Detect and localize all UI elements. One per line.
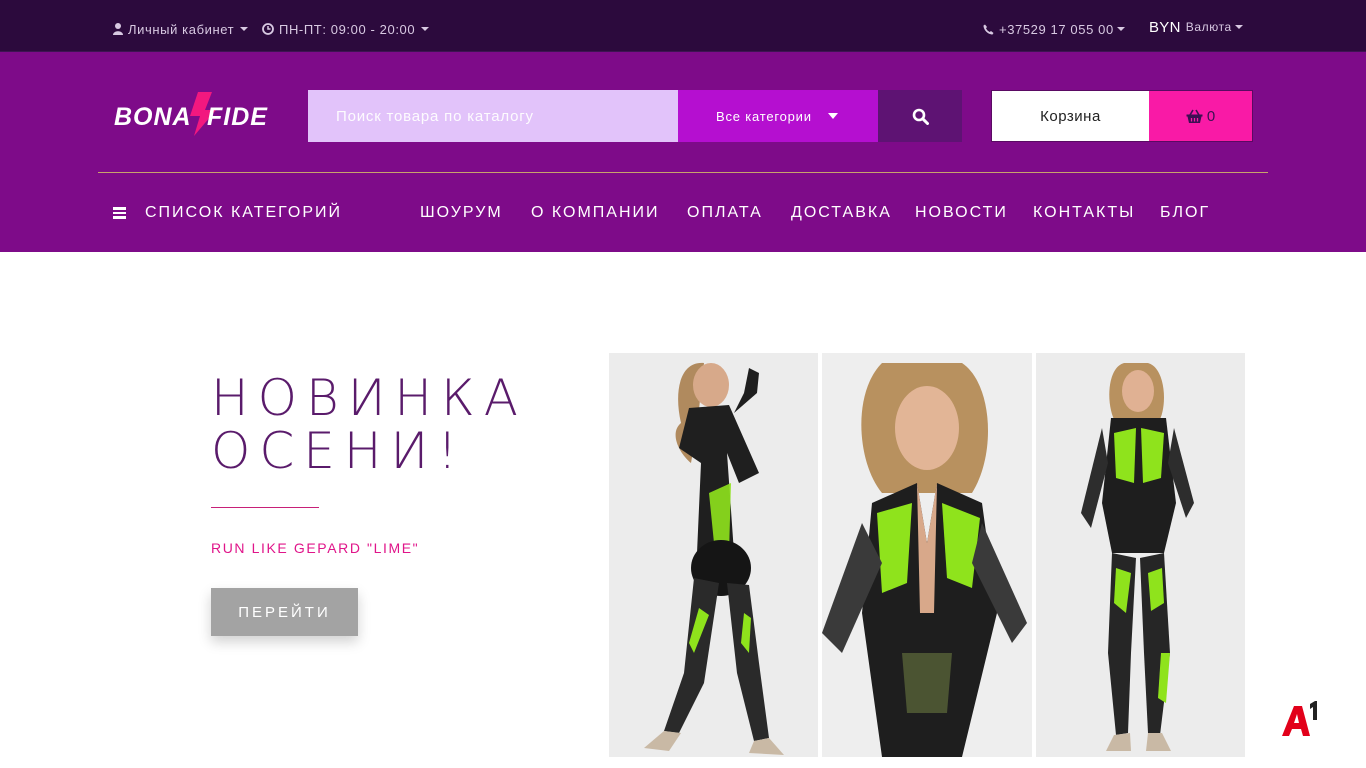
nav-payment[interactable]: Оплата [687, 173, 763, 252]
cart-count: 0 [1206, 107, 1216, 125]
category-select-label: Все категории [716, 108, 812, 124]
basket-icon [1186, 109, 1203, 123]
hours-menu[interactable]: ПН-ПТ: 09:00 - 20:00 [262, 0, 430, 58]
cart-counter: 0 [1149, 91, 1252, 141]
cart-button[interactable]: Корзина 0 [991, 90, 1253, 142]
svg-text:BONA: BONA [114, 103, 192, 131]
user-icon [113, 23, 123, 35]
currency-label: Валюта [1185, 20, 1232, 34]
category-list-label: Список категорий [145, 203, 343, 221]
hero-divider [211, 507, 319, 508]
account-label: Личный кабинет [128, 21, 235, 37]
hero-title: НОВИНКА ОСЕНИ! [211, 372, 591, 478]
top-bar: Личный кабинет ПН-ПТ: 09:00 - 20:00 +375… [0, 0, 1366, 52]
chevron-down-icon [421, 27, 430, 31]
nav-contacts[interactable]: Контакты [1033, 173, 1135, 252]
caret-down-icon [827, 113, 838, 119]
cart-label: Корзина [992, 91, 1149, 141]
nav-about[interactable]: О компании [531, 173, 660, 252]
phone-label: +37529 17 055 00 [999, 21, 1114, 37]
nav-delivery[interactable]: Доставка [791, 173, 892, 252]
search-button[interactable] [878, 90, 962, 142]
clock-icon [262, 23, 274, 35]
account-menu[interactable]: Личный кабинет [113, 0, 249, 58]
category-list-toggle[interactable]: Список категорий [113, 173, 342, 252]
nav-blog[interactable]: Блог [1160, 173, 1210, 252]
nav-showroom[interactable]: Шоурум [420, 173, 503, 252]
hero-subtitle: RUN LIKE GEPARD "LIME" [211, 540, 420, 556]
main-nav: Список категорий Шоурум О компании Оплат… [0, 173, 1366, 252]
site-header: BONA FIDE Все категории Корзина 0 Список… [0, 52, 1366, 252]
hero-title-line-2: ОСЕНИ! [211, 422, 467, 480]
phone-menu[interactable]: +37529 17 055 00 [983, 0, 1125, 58]
category-select[interactable]: Все категории [678, 90, 878, 142]
chevron-down-icon [240, 27, 249, 31]
search-icon [912, 108, 929, 125]
product-photo-full-front[interactable] [1036, 353, 1245, 757]
phone-icon [983, 24, 994, 34]
hours-label: ПН-ПТ: 09:00 - 20:00 [279, 21, 416, 37]
hero-title-line-1: НОВИНКА [211, 369, 527, 427]
site-logo[interactable]: BONA FIDE [112, 90, 280, 138]
chevron-down-icon [1234, 25, 1243, 29]
search-input[interactable] [308, 90, 678, 142]
chevron-down-icon [1116, 27, 1125, 31]
a1-widget-logo[interactable] [1280, 700, 1322, 740]
currency-menu[interactable]: BYN Валюта [1149, 0, 1243, 56]
svg-text:FIDE: FIDE [207, 103, 268, 131]
currency-code: BYN [1149, 18, 1181, 36]
nav-news[interactable]: Новости [915, 173, 1008, 252]
hero-go-button[interactable]: Перейти [211, 588, 358, 636]
product-photo-back[interactable] [609, 353, 818, 757]
product-photo-front-closeup[interactable] [822, 353, 1032, 757]
menu-icon [113, 207, 126, 219]
